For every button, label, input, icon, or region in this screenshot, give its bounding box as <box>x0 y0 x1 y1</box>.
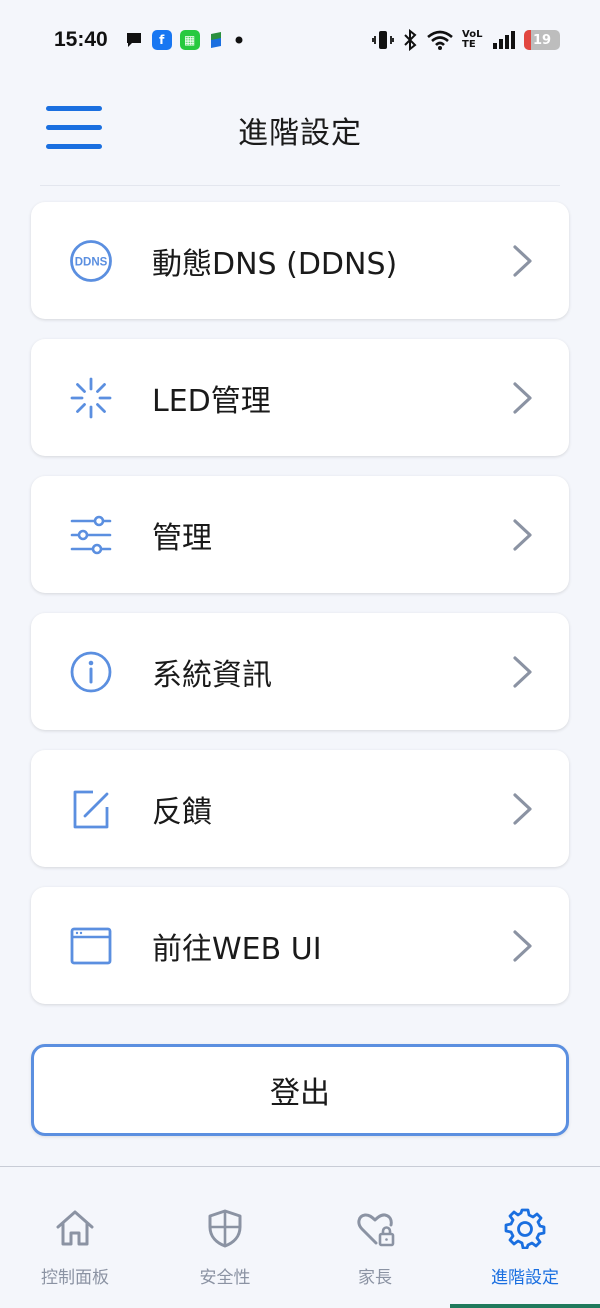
bluetooth-icon <box>404 29 417 51</box>
chevron-right-icon <box>513 793 532 825</box>
facebook-icon: f <box>151 30 172 50</box>
nav-tab-security[interactable]: 安全性 <box>150 1167 300 1308</box>
app-icon: ▦ <box>179 30 200 50</box>
signal-icon <box>493 31 515 49</box>
settings-item-feedback[interactable]: 反饋 <box>31 750 569 867</box>
header-divider <box>40 185 560 186</box>
bottom-nav: 控制面板 安全性 家長 進階設定 <box>0 1166 600 1308</box>
vibrate-icon <box>372 31 394 49</box>
chat-icon <box>126 33 141 47</box>
heart-lock-icon <box>357 1213 395 1247</box>
chevron-right-icon <box>513 656 532 688</box>
settings-list: DDNS 動態DNS (DDNS) LED管理 管理 系統資訊 反饋 前往WEB… <box>31 202 569 1024</box>
nav-tab-parental[interactable]: 家長 <box>300 1167 450 1308</box>
chevron-right-icon <box>513 930 532 962</box>
home-icon <box>56 1210 94 1246</box>
browser-window-icon <box>70 927 112 965</box>
settings-item-label: 管理 <box>152 520 212 556</box>
settings-item-ddns[interactable]: DDNS 動態DNS (DDNS) <box>31 202 569 319</box>
nav-label: 進階設定 <box>491 1268 559 1288</box>
chevron-right-icon <box>513 519 532 551</box>
nav-label: 控制面板 <box>41 1268 109 1288</box>
nav-tab-advanced-settings[interactable]: 進階設定 <box>450 1167 600 1308</box>
edit-icon <box>73 790 109 829</box>
settings-item-label: LED管理 <box>152 383 271 419</box>
settings-item-label: 動態DNS (DDNS) <box>152 246 398 282</box>
settings-item-management[interactable]: 管理 <box>31 476 569 593</box>
logout-label: 登出 <box>270 1076 330 1111</box>
page-title: 進階設定 <box>238 116 362 151</box>
ddns-icon: DDNS <box>70 240 112 282</box>
logout-button[interactable]: 登出 <box>31 1044 569 1136</box>
info-icon <box>70 651 112 693</box>
sliders-icon <box>70 515 112 555</box>
nav-label: 安全性 <box>199 1268 251 1288</box>
settings-item-label: 前往WEB UI <box>152 931 322 967</box>
dot-icon <box>235 36 243 44</box>
nav-tab-dashboard[interactable]: 控制面板 <box>0 1167 150 1308</box>
shield-icon <box>208 1209 242 1248</box>
wifi-icon <box>427 30 453 50</box>
chevron-right-icon <box>513 382 532 414</box>
chevron-right-icon <box>513 245 532 277</box>
settings-item-system-info[interactable]: 系統資訊 <box>31 613 569 730</box>
settings-item-web-ui[interactable]: 前往WEB UI <box>31 887 569 1004</box>
battery-level: 19 <box>532 32 552 48</box>
gear-icon <box>504 1208 546 1249</box>
settings-item-label: 反饋 <box>152 794 212 830</box>
nav-label: 家長 <box>358 1268 392 1288</box>
status-time: 15:40 <box>54 28 108 51</box>
settings-item-label: 系統資訊 <box>152 657 272 693</box>
led-icon <box>70 377 112 419</box>
status-bar: 15:40 f ▦ VoLTE 19 <box>0 0 600 80</box>
app-header: 進階設定 <box>0 80 600 186</box>
app-icon <box>210 32 221 48</box>
network-type: VoLTE <box>462 29 483 50</box>
svg-text:DDNS: DDNS <box>75 257 108 269</box>
battery-indicator: 19 <box>524 30 560 50</box>
settings-item-led[interactable]: LED管理 <box>31 339 569 456</box>
active-tab-indicator <box>450 1304 600 1308</box>
